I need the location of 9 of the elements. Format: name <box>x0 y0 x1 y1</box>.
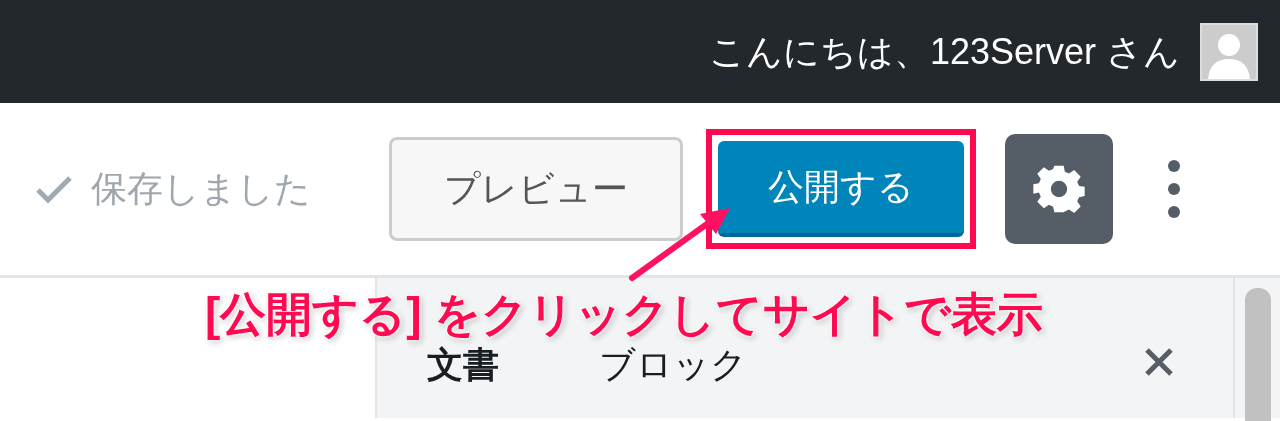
greeting-text: こんにちは、123Server さん <box>708 29 1180 74</box>
more-options-icon[interactable] <box>1167 159 1181 219</box>
scrollbar[interactable] <box>1233 278 1280 418</box>
check-icon <box>35 174 73 204</box>
publish-button[interactable]: 公開する <box>718 141 964 237</box>
save-status-text: 保存しました <box>91 167 311 211</box>
preview-button[interactable]: プレビュー <box>389 137 683 241</box>
close-icon[interactable] <box>1143 346 1175 378</box>
settings-button[interactable] <box>1005 134 1113 244</box>
